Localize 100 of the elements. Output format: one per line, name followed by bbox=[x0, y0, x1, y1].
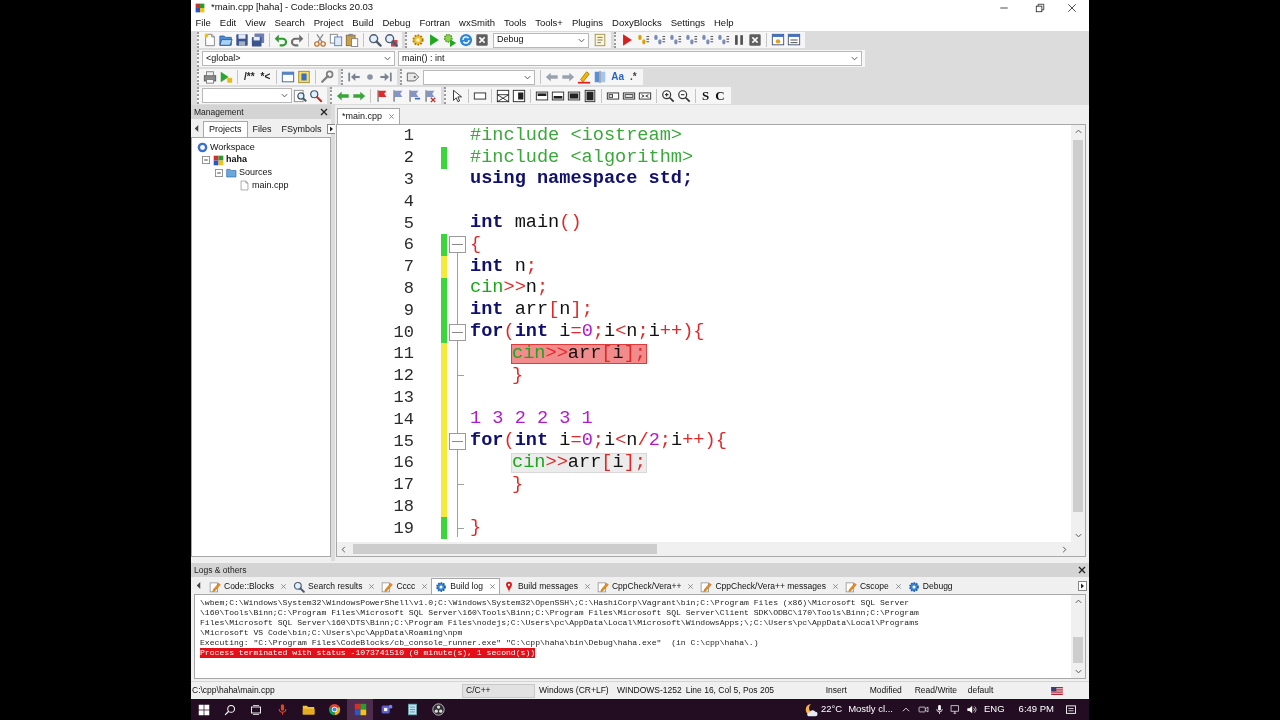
window-icon[interactable] bbox=[771, 33, 785, 47]
notification-icon[interactable] bbox=[1065, 703, 1077, 716]
moon-cloud-icon[interactable] bbox=[803, 702, 818, 717]
scroll-left-icon[interactable] bbox=[193, 124, 200, 133]
menu-item[interactable]: View bbox=[240, 15, 271, 31]
document-icon[interactable] bbox=[593, 33, 607, 47]
layout-icon[interactable] bbox=[583, 88, 597, 103]
doc-comment-button[interactable]: /** bbox=[242, 69, 257, 85]
match-case-button[interactable]: Aa bbox=[609, 69, 627, 85]
language-indicator[interactable]: ENG bbox=[984, 702, 1005, 717]
tag-icon[interactable] bbox=[406, 70, 421, 84]
clipboard-icon[interactable] bbox=[345, 33, 359, 47]
scrollbar-thumb[interactable] bbox=[1073, 637, 1083, 663]
footsteps-icon[interactable] bbox=[684, 33, 698, 47]
speaker-icon[interactable] bbox=[966, 704, 977, 715]
menu-item[interactable]: Plugins bbox=[567, 15, 608, 31]
scope-dropdown[interactable]: <global> bbox=[202, 51, 395, 66]
undo-icon[interactable] bbox=[274, 33, 288, 47]
vertical-scrollbar[interactable] bbox=[1071, 595, 1085, 678]
tree-item[interactable]: Sources bbox=[239, 165, 273, 180]
page-search-icon[interactable] bbox=[293, 88, 307, 103]
panel-tab[interactable]: Files bbox=[247, 122, 277, 137]
scroll-up-icon[interactable] bbox=[1073, 597, 1083, 606]
menu-item[interactable]: Settings bbox=[666, 15, 710, 31]
pause-icon[interactable] bbox=[732, 33, 746, 47]
collapse-icon[interactable] bbox=[215, 168, 223, 177]
gear-icon[interactable] bbox=[411, 33, 425, 47]
menu-item[interactable]: Edit bbox=[215, 15, 241, 31]
redo-icon[interactable] bbox=[290, 33, 304, 47]
restore-icon[interactable] bbox=[1035, 2, 1045, 13]
regex-button[interactable]: .* bbox=[628, 69, 639, 85]
footsteps-icon[interactable] bbox=[652, 33, 666, 47]
panel-tab[interactable]: Projects bbox=[203, 121, 248, 137]
flag-icon[interactable] bbox=[391, 88, 405, 103]
collapse-icon[interactable] bbox=[448, 236, 466, 254]
letter-button[interactable]: S bbox=[700, 88, 712, 103]
scrollbar-thumb[interactable] bbox=[353, 544, 657, 554]
collapse-icon[interactable] bbox=[448, 323, 466, 341]
camera-icon[interactable] bbox=[918, 704, 929, 715]
zoom-out-icon[interactable] bbox=[677, 88, 691, 103]
taskbar-button[interactable] bbox=[347, 699, 373, 720]
scroll-down-icon[interactable] bbox=[1073, 531, 1083, 540]
scrollbar-thumb[interactable] bbox=[1073, 140, 1083, 512]
close-icon[interactable] bbox=[1078, 566, 1086, 574]
log-tab[interactable]: Search results bbox=[290, 579, 379, 594]
wrench-icon[interactable] bbox=[320, 70, 335, 84]
footsteps-icon[interactable] bbox=[636, 33, 650, 47]
flag-icon[interactable] bbox=[375, 88, 389, 103]
new-page-icon[interactable] bbox=[203, 33, 217, 47]
close-icon[interactable] bbox=[320, 108, 328, 116]
horizontal-scrollbar[interactable] bbox=[337, 542, 1085, 556]
layout-icon[interactable] bbox=[567, 88, 581, 103]
triangle-square-icon[interactable] bbox=[219, 70, 233, 84]
tree-item[interactable]: Workspace bbox=[210, 140, 255, 155]
flag-icon[interactable] bbox=[407, 88, 421, 103]
temperature[interactable]: 22°C bbox=[820, 702, 843, 717]
flag-icon[interactable] bbox=[423, 88, 437, 103]
menu-item[interactable]: Search bbox=[270, 15, 310, 31]
log-tab[interactable]: CppCheck/Vera++ messages bbox=[697, 579, 842, 594]
zoom-in-icon[interactable] bbox=[661, 88, 675, 103]
menu-item[interactable]: File bbox=[191, 15, 216, 31]
footsteps-icon[interactable] bbox=[668, 33, 682, 47]
play-icon[interactable] bbox=[620, 33, 634, 47]
function-dropdown[interactable]: main() : int bbox=[398, 51, 862, 66]
editor-tab[interactable]: *main.cpp bbox=[337, 108, 401, 124]
panel-icon[interactable] bbox=[512, 88, 526, 103]
square-x-icon[interactable] bbox=[748, 33, 762, 47]
letter-button[interactable]: C bbox=[713, 88, 727, 103]
search-icon[interactable] bbox=[368, 33, 382, 47]
window-icon[interactable] bbox=[281, 70, 296, 84]
log-tab[interactable]: Cscope bbox=[842, 579, 905, 594]
footsteps-icon[interactable] bbox=[716, 33, 730, 47]
menu-item[interactable]: DoxyBlocks bbox=[607, 15, 667, 31]
highlighter-icon[interactable] bbox=[577, 70, 592, 84]
square-x-icon[interactable] bbox=[475, 33, 489, 47]
arrow-right-bar-icon[interactable] bbox=[379, 70, 394, 84]
printer-icon[interactable] bbox=[203, 70, 217, 84]
scroll-up-icon[interactable] bbox=[1073, 127, 1083, 136]
note-icon[interactable] bbox=[297, 70, 312, 84]
collapse-icon[interactable] bbox=[202, 156, 210, 165]
log-tab[interactable]: Cccc bbox=[378, 579, 432, 594]
layout-icon[interactable] bbox=[551, 88, 565, 103]
menu-item[interactable]: wxSmith bbox=[454, 15, 500, 31]
menu-item[interactable]: Tools bbox=[499, 15, 531, 31]
scroll-left-icon[interactable] bbox=[195, 581, 202, 590]
log-tab[interactable]: Code::Blocks bbox=[206, 579, 291, 594]
build-target-dropdown[interactable]: Debug bbox=[493, 32, 589, 48]
floppy-icon[interactable] bbox=[235, 33, 249, 47]
clock[interactable]: 6:49 PM bbox=[1018, 702, 1054, 717]
magnifier-icon[interactable] bbox=[309, 88, 323, 103]
menu-item[interactable]: Project bbox=[309, 15, 348, 31]
floppies-icon[interactable] bbox=[251, 33, 265, 47]
monitor-icon[interactable] bbox=[950, 704, 961, 715]
tree-item[interactable]: haha bbox=[226, 153, 247, 167]
footsteps-icon[interactable] bbox=[700, 33, 714, 47]
log-tab[interactable]: CppCheck/Vera++ bbox=[593, 579, 698, 594]
gear-play-icon[interactable] bbox=[443, 33, 457, 47]
menu-item[interactable]: Tools+ bbox=[530, 15, 568, 31]
scroll-down-icon[interactable] bbox=[1073, 667, 1083, 676]
panel-icon[interactable] bbox=[496, 88, 510, 103]
